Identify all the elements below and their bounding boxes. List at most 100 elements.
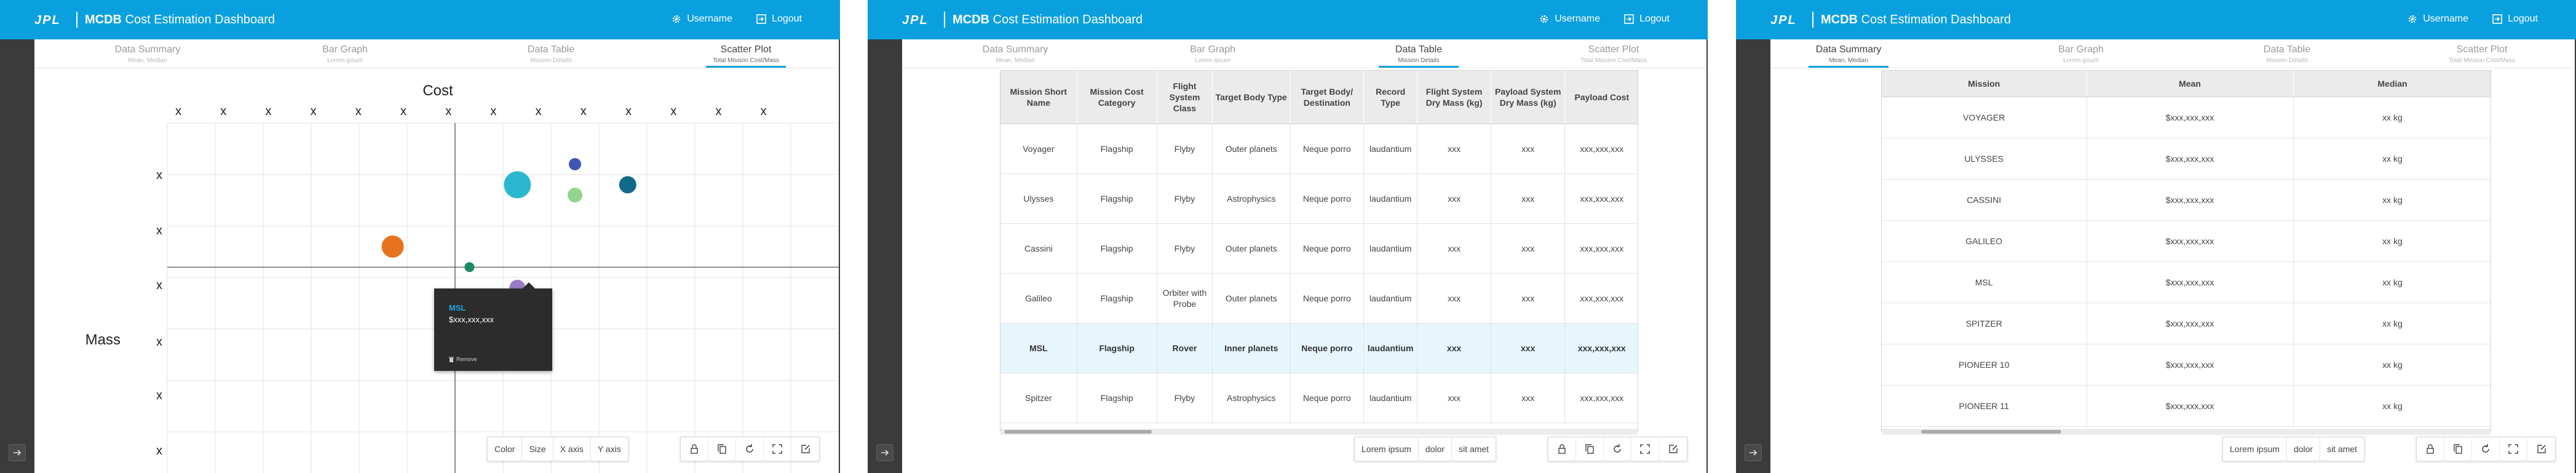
summary-option-sit-amet[interactable]: sit amet: [2320, 437, 2364, 461]
tab-data-summary[interactable]: Data Summary Mean, Median: [938, 41, 1092, 69]
y-tick-label: x: [156, 279, 162, 292]
fullscreen-button[interactable]: [2500, 437, 2527, 461]
arrow-right-icon: [1750, 450, 1758, 456]
refresh-button[interactable]: [1604, 437, 1631, 461]
scrollbar-thumb[interactable]: [1004, 430, 1152, 434]
table-cell: $xxx,xxx,xxx: [2087, 97, 2294, 138]
table-row[interactable]: Spitzer Flagship Flyby Astrophysics Neque po…: [1001, 373, 1638, 423]
size-option-button[interactable]: Size: [522, 437, 553, 461]
table-cell: xxx: [1417, 373, 1492, 423]
x-tick-label: x: [670, 105, 676, 118]
x-tick-label: x: [761, 105, 767, 118]
tab-bar-graph[interactable]: Bar Graph Lorem ipsum: [2004, 41, 2158, 69]
lock-button[interactable]: [1548, 437, 1576, 461]
column-header[interactable]: Median: [2293, 71, 2491, 97]
table-row[interactable]: MSL $xxx,xxx,xxx xx kg: [1882, 261, 2491, 303]
color-option-button[interactable]: Color: [488, 437, 523, 461]
tab-data-summary[interactable]: Data Summary Mean, Median: [71, 41, 224, 69]
column-header[interactable]: Payload System Dry Mass (kg): [1491, 71, 1566, 124]
expand-sidebar-button[interactable]: [9, 444, 26, 461]
edit-button[interactable]: [1659, 437, 1687, 461]
column-header[interactable]: Target Body Type: [1212, 71, 1291, 124]
summary-option-dolor[interactable]: dolor: [2287, 437, 2321, 461]
table-row[interactable]: MSL Flagship Rover Inner planets Neque porro…: [1001, 323, 1638, 373]
tab-scatter-plot[interactable]: Scatter Plot Total Mission Cost/Mass: [669, 41, 823, 69]
tab-data-table[interactable]: Data Table Mission Details: [1342, 41, 1496, 69]
refresh-button[interactable]: [736, 437, 764, 461]
refresh-icon: [746, 444, 753, 453]
user-menu[interactable]: Username: [2408, 14, 2468, 25]
table-row[interactable]: Cassini Flagship Flyby Outer planets Neque p…: [1001, 223, 1638, 274]
table-row[interactable]: ULYSSES $xxx,xxx,xxx xx kg: [1882, 138, 2491, 180]
copy-button[interactable]: [708, 437, 736, 461]
table-horizontal-scrollbar[interactable]: [1001, 429, 1638, 435]
expand-sidebar-button[interactable]: [876, 444, 894, 461]
fullscreen-button[interactable]: [1631, 437, 1659, 461]
column-header[interactable]: Record Type: [1363, 71, 1418, 124]
user-menu[interactable]: Username: [1539, 14, 1600, 25]
table-cell: Rover: [1157, 323, 1213, 373]
column-header[interactable]: Mission Short Name: [1001, 71, 1077, 124]
edit-button[interactable]: [2527, 437, 2555, 461]
right-edge: [839, 39, 840, 473]
x-tick-label: x: [355, 105, 362, 118]
scatter-options-toolbar: Color Size X axis Y axis: [487, 437, 628, 461]
table-cell: Neque porro: [1290, 273, 1365, 324]
column-header[interactable]: Flight System Class: [1157, 71, 1213, 124]
tab-data-table[interactable]: Data Table Mission Details: [2210, 41, 2364, 69]
table-cell: $xxx,xxx,xxx: [2087, 220, 2294, 262]
expand-sidebar-button[interactable]: [1745, 444, 1762, 461]
table-row[interactable]: GALILEO $xxx,xxx,xxx xx kg: [1882, 220, 2491, 262]
logout-button[interactable]: Logout: [1624, 14, 1670, 25]
table-cell: Flagship: [1077, 373, 1157, 423]
logout-label: Logout: [1639, 14, 1670, 24]
x-axis-option-button[interactable]: X axis: [553, 437, 591, 461]
table-cell: xxx,xxx,xxx: [1564, 273, 1638, 324]
copy-button[interactable]: [2444, 437, 2472, 461]
logout-button[interactable]: Logout: [756, 14, 802, 25]
summary-option-lorem-ipsum[interactable]: Lorem ipsum: [2223, 437, 2287, 461]
refresh-button[interactable]: [2472, 437, 2500, 461]
table-horizontal-scrollbar[interactable]: [1882, 429, 2491, 435]
table-option-lorem-ipsum[interactable]: Lorem ipsum: [1355, 437, 1419, 461]
column-header[interactable]: Target Body/ Destination: [1290, 71, 1365, 124]
scrollbar-thumb[interactable]: [1921, 430, 2061, 434]
table-cell: xxx: [1417, 223, 1492, 274]
tab-data-table[interactable]: Data Table Mission Details: [474, 41, 628, 69]
lock-button[interactable]: [681, 437, 708, 461]
table-row[interactable]: Galileo Flagship Orbiter with Probe Outer p…: [1001, 273, 1638, 324]
x-tick-label: x: [581, 105, 587, 118]
tab-scatter-plot[interactable]: Scatter Plot Total Mission Cost/Mass: [1537, 41, 1690, 69]
user-menu[interactable]: Username: [672, 14, 732, 25]
logout-button[interactable]: Logout: [2492, 14, 2538, 25]
mission-details-table: Mission Short Name Mission Cost Category F…: [1000, 70, 1638, 432]
column-header[interactable]: Mission Cost Category: [1077, 71, 1157, 124]
edit-button[interactable]: [791, 437, 819, 461]
table-cell: MSL: [1001, 323, 1077, 373]
column-header[interactable]: Flight System Dry Mass (kg): [1417, 71, 1492, 124]
tab-bar-graph[interactable]: Bar Graph Lorem ipsum: [1136, 41, 1290, 69]
copy-icon: [718, 444, 726, 454]
table-row[interactable]: PIONEER 11 $xxx,xxx,xxx xx kg: [1882, 385, 2491, 427]
y-axis-option-button[interactable]: Y axis: [591, 437, 628, 461]
lock-button[interactable]: [2417, 437, 2444, 461]
gear-icon: [1540, 15, 1548, 23]
tab-data-summary[interactable]: Data Summary Mean, Median: [1772, 41, 1925, 69]
table-option-dolor[interactable]: dolor: [1419, 437, 1452, 461]
table-row[interactable]: Ulysses Flagship Flyby Astrophysics Neque po…: [1001, 173, 1638, 224]
column-header[interactable]: Payload Cost: [1564, 71, 1638, 124]
tab-bar-graph[interactable]: Bar Graph Lorem ipsum: [268, 41, 422, 69]
table-row[interactable]: SPITZER $xxx,xxx,xxx xx kg: [1882, 303, 2491, 344]
table-row[interactable]: VOYAGER $xxx,xxx,xxx xx kg: [1882, 97, 2491, 138]
table-option-sit-amet[interactable]: sit amet: [1452, 437, 1496, 461]
table-row[interactable]: PIONEER 10 $xxx,xxx,xxx xx kg: [1882, 344, 2491, 386]
table-row[interactable]: Voyager Flagship Flyby Outer planets Neque p…: [1001, 124, 1638, 174]
tooltip-remove-button[interactable]: Remove: [449, 356, 477, 362]
copy-button[interactable]: [1576, 437, 1604, 461]
column-header[interactable]: Mean: [2087, 71, 2294, 97]
table-cell: Ulysses: [1001, 173, 1077, 224]
table-row[interactable]: CASSINI $xxx,xxx,xxx xx kg: [1882, 179, 2491, 221]
tab-scatter-plot[interactable]: Scatter Plot Total Mission Cost/Mass: [2405, 41, 2559, 69]
fullscreen-button[interactable]: [764, 437, 791, 461]
column-header[interactable]: Mission: [1882, 71, 2087, 97]
